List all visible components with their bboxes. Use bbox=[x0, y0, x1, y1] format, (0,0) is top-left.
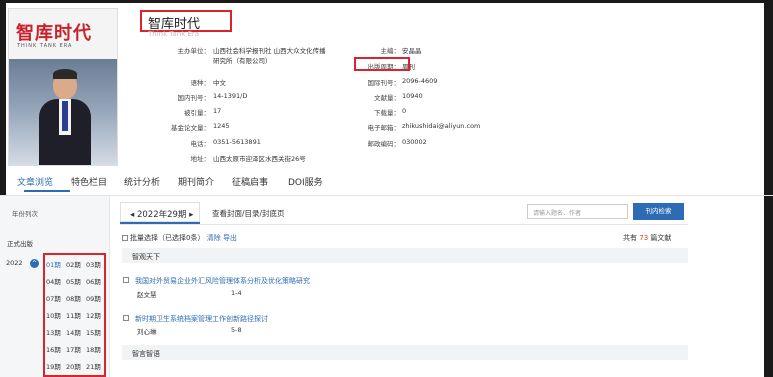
issue-link[interactable]: 09期 bbox=[86, 293, 101, 303]
window-frame-right bbox=[764, 0, 773, 377]
downloads-label: 下载量： bbox=[374, 109, 400, 117]
postcode-label: 邮政编码： bbox=[367, 140, 401, 148]
cover-person-figure bbox=[39, 69, 91, 165]
total-count: 共有 73 篇文献 bbox=[623, 233, 671, 243]
article-author[interactable]: 赵文慧 bbox=[137, 289, 157, 299]
issue-link[interactable]: 14期 bbox=[66, 327, 81, 337]
articles-value: 10940 bbox=[402, 92, 423, 100]
year-label[interactable]: 2022 bbox=[6, 259, 23, 267]
issue-link[interactable]: 18期 bbox=[86, 344, 101, 354]
articles-label: 文献量： bbox=[374, 94, 400, 102]
total-prefix: 共有 bbox=[623, 234, 637, 242]
cover-title: 智库时代 bbox=[16, 23, 92, 44]
fund-label: 基金论文量： bbox=[171, 124, 210, 132]
article-title-link[interactable]: 新时期卫生系统档案管理工作创新路径探讨 bbox=[135, 314, 268, 324]
editor-label: 主编： bbox=[380, 47, 401, 55]
issue-link[interactable]: 03期 bbox=[86, 259, 101, 269]
issn-label: 国际刊号： bbox=[367, 79, 401, 87]
formal-publication-label: 正式出版 bbox=[7, 240, 33, 248]
year-issue-heading: 年份列次 bbox=[12, 210, 38, 218]
window-frame-top bbox=[0, 0, 773, 3]
article-title-link[interactable]: 我国对外贸易企业外汇风险管理体系分析及优化策略研究 bbox=[135, 276, 310, 286]
issue-link[interactable]: 11期 bbox=[66, 310, 81, 320]
issue-link[interactable]: 19期 bbox=[46, 361, 61, 371]
view-cover-toc-link[interactable]: 查看封面/目录/封底页 bbox=[212, 208, 285, 219]
citations-value: 17 bbox=[213, 107, 222, 115]
total-count-number: 73 bbox=[639, 234, 649, 242]
issue-link[interactable]: 08期 bbox=[66, 293, 81, 303]
issue-link[interactable]: 17期 bbox=[66, 344, 81, 354]
issue-link[interactable]: 12期 bbox=[86, 310, 101, 320]
issue-link[interactable]: 06期 bbox=[86, 276, 101, 286]
search-button[interactable]: 刊内检索 bbox=[633, 203, 684, 220]
issue-link[interactable]: 16期 bbox=[46, 344, 61, 354]
issue-link[interactable]: 02期 bbox=[66, 259, 81, 269]
current-issue-tab[interactable]: ◂ 2022年29期 ▸ bbox=[120, 202, 200, 222]
cover-subtitle: THINK TANK ERA bbox=[17, 43, 73, 49]
issn-value: 2096-4609 bbox=[402, 77, 438, 85]
main-divider bbox=[120, 224, 688, 225]
magazine-title: 智库时代 bbox=[140, 10, 232, 32]
tab-featured-columns[interactable]: 特色栏目 bbox=[71, 175, 107, 188]
issue-link[interactable]: 01期 bbox=[46, 259, 61, 269]
sponsor-value-1: 山西社会科学报刊社 山西大众文化传播 bbox=[213, 47, 326, 55]
tab-journal-intro[interactable]: 期刊简介 bbox=[178, 175, 214, 188]
tab-divider bbox=[0, 195, 773, 196]
tab-call-for-papers[interactable]: 征稿启事 bbox=[232, 175, 268, 188]
fund-value: 1245 bbox=[213, 122, 230, 130]
email-label: 电子邮箱： bbox=[367, 124, 401, 132]
bulk-select-label: 批量选择（已选择0条） bbox=[130, 234, 205, 242]
current-issue-label: 2022年29期 bbox=[136, 210, 187, 220]
issue-link[interactable]: 04期 bbox=[46, 276, 61, 286]
sponsor-value-2: 研究所（有限公司） bbox=[213, 57, 272, 65]
article-checkbox[interactable] bbox=[123, 315, 129, 321]
email-value: zhikushidai@aliyun.com bbox=[402, 122, 481, 130]
magazine-title-en: Think Tank Era bbox=[148, 30, 200, 38]
section-header: 智观天下 bbox=[122, 248, 688, 263]
search-input[interactable]: 请输入题名、作者 bbox=[527, 204, 628, 219]
language-label: 语种： bbox=[190, 79, 211, 87]
tab-statistics[interactable]: 统计分析 bbox=[124, 175, 160, 188]
active-tab-indicator bbox=[24, 190, 70, 192]
export-link[interactable]: 导出 bbox=[223, 234, 237, 242]
cn-label: 国内刊号： bbox=[177, 94, 211, 102]
tab-bar: 文章浏览 特色栏目 统计分析 期刊简介 征稿启事 DOI服务 bbox=[10, 173, 690, 192]
total-suffix: 篇文献 bbox=[650, 234, 672, 242]
issue-link[interactable]: 05期 bbox=[66, 276, 81, 286]
bulk-select-row: 批量选择（已选择0条） 清除 导出 bbox=[122, 233, 237, 243]
article-author[interactable]: 刘心琳 bbox=[137, 326, 157, 336]
address-label: 地址： bbox=[190, 155, 211, 163]
citations-label: 被引量： bbox=[184, 109, 210, 117]
issue-link[interactable]: 20期 bbox=[66, 361, 81, 371]
article-pages: 1-4 bbox=[231, 289, 242, 297]
phone-label: 电话： bbox=[190, 140, 211, 148]
year-expand-icon[interactable]: ^ bbox=[30, 259, 39, 268]
editor-value: 安晶晶 bbox=[402, 47, 422, 55]
tab-doi-service[interactable]: DOI服务 bbox=[288, 175, 323, 188]
clear-link[interactable]: 清除 bbox=[207, 234, 221, 242]
magazine-cover: 智库时代 THINK TANK ERA bbox=[8, 8, 118, 166]
tab-article-browse[interactable]: 文章浏览 bbox=[17, 175, 53, 188]
issue-link[interactable]: 10期 bbox=[46, 310, 61, 320]
year-issue-panel: 年份列次 正式出版 2022 ^ 01期 02期 03期 04期 05期 06期 07期 08… bbox=[0, 196, 110, 377]
issue-link[interactable]: 21期 bbox=[86, 361, 101, 371]
issue-link[interactable]: 15期 bbox=[86, 327, 101, 337]
cycle-highlight-box bbox=[354, 57, 410, 71]
issue-link[interactable]: 13期 bbox=[46, 327, 61, 337]
issue-link[interactable]: 07期 bbox=[46, 293, 61, 303]
phone-value: 0351-5613891 bbox=[213, 138, 261, 146]
sponsor-label: 主办单位： bbox=[177, 47, 211, 55]
bulk-select-checkbox[interactable] bbox=[122, 235, 128, 241]
postcode-value: 030002 bbox=[402, 138, 427, 146]
downloads-value: 0 bbox=[402, 107, 407, 115]
cn-value: 14-1391/D bbox=[213, 92, 248, 100]
section-header: 智言智语 bbox=[122, 345, 688, 360]
language-value: 中文 bbox=[213, 79, 226, 87]
article-pages: 5-8 bbox=[231, 326, 242, 334]
address-value: 山西太原市迎泽区水西关街26号 bbox=[213, 155, 306, 163]
article-checkbox[interactable] bbox=[123, 277, 129, 283]
